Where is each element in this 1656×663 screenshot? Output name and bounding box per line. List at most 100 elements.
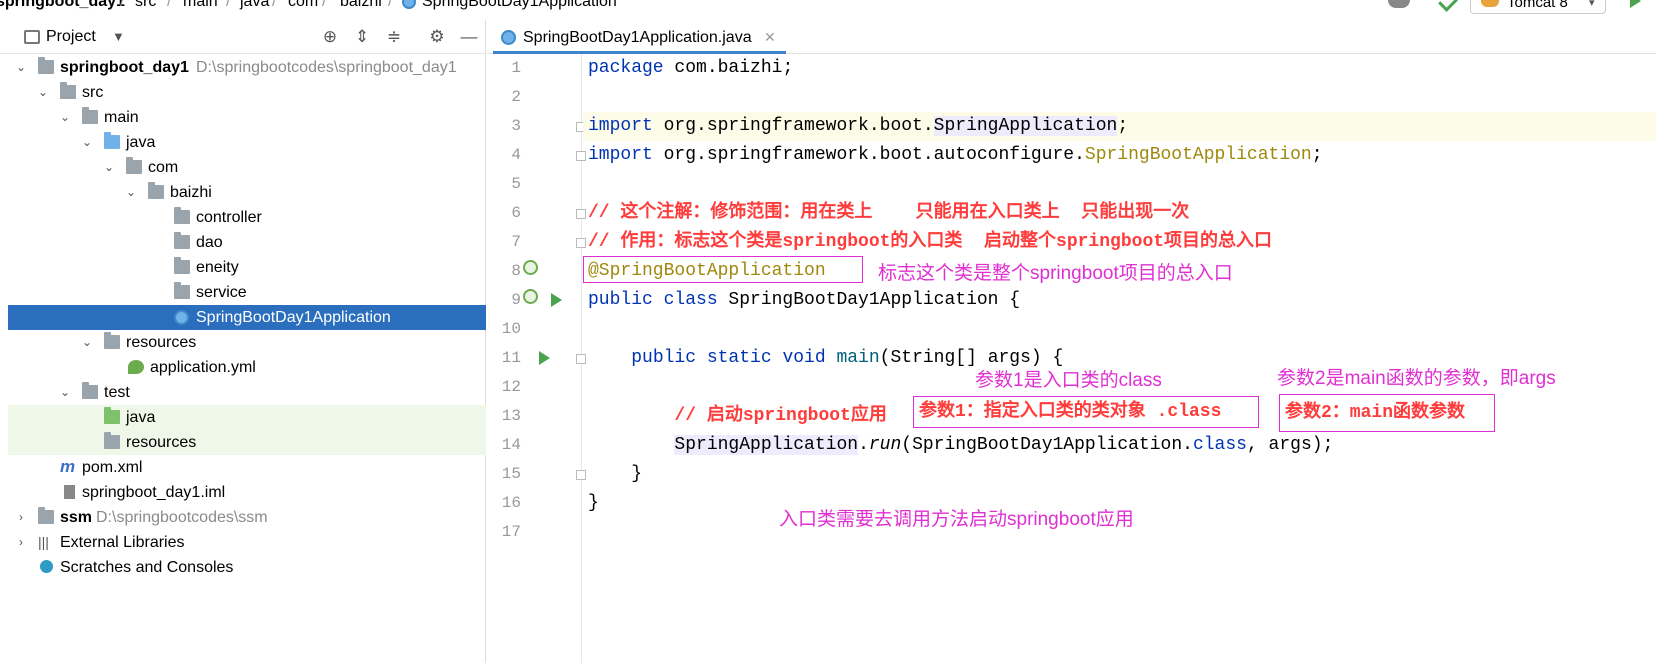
chevron-right-icon[interactable]: › [14,530,28,555]
tree-item-springbootday1application[interactable]: SpringBootDay1Application [8,305,486,330]
tree-item-label: application.yml [150,359,256,376]
tree-item-label: resources [126,434,197,451]
tree-item-test-java[interactable]: java [8,405,486,430]
comment: // 作用：标志这个类是springboot的入口类 启动整个springboo… [588,232,1273,252]
tree-item-test[interactable]: ⌄ test [8,380,486,405]
breadcrumb-item[interactable]: SpringBootDay1Application [422,0,617,12]
tree-item-pom-xml[interactable]: m pom.xml [8,455,486,480]
class-ref: SpringApplication [933,116,1118,136]
breadcrumb-item[interactable]: main [183,0,218,12]
breadcrumb-item[interactable]: src [135,0,156,12]
tree-item-path: D:\springbootcodes\springboot_day1 [196,59,457,76]
folder-icon [82,382,98,399]
yml-file-icon [128,360,144,374]
chevron-down-icon[interactable]: ⌄ [102,155,116,180]
maven-icon: m [60,457,76,476]
project-panel-title[interactable]: Project [46,28,96,46]
tree-item-scratches[interactable]: Scratches and Consoles [8,555,486,580]
keyword: class [1192,435,1247,455]
tree-item-com[interactable]: ⌄ com [8,155,486,180]
tree-item-springboot-day1[interactable]: ⌄ springboot_day1 D:\springbootcodes\spr… [8,55,486,80]
chevron-down-icon[interactable]: ⌄ [80,130,94,155]
tree-item-controller[interactable]: controller [8,205,486,230]
keyword: public class [588,290,718,310]
tree-item-label: pom.xml [82,459,143,476]
code-area[interactable]: package com.baizhi; import org.springfra… [583,54,1656,663]
code-line: } [583,460,1656,489]
tree-item-main[interactable]: ⌄ main [8,105,486,130]
chevron-down-icon[interactable]: ⌄ [36,80,50,105]
tree-item-baizhi[interactable]: ⌄ baizhi [8,180,486,205]
chevron-down-icon[interactable]: ⌄ [58,380,72,405]
breadcrumb-separator: / [120,0,125,10]
line-number: 1 [511,59,521,77]
chevron-right-icon[interactable]: › [14,505,28,530]
tree-item-label: main [104,109,139,126]
tree-item-test-resources[interactable]: resources [8,430,486,455]
tree-item-label: test [104,384,130,401]
tree-item-external-libraries[interactable]: › ||| External Libraries [8,530,486,555]
spring-class-icon [501,30,516,45]
line-number: 12 [501,378,521,396]
chevron-down-icon[interactable]: ⌄ [14,55,28,80]
package-icon [126,157,142,174]
module-folder-icon [38,57,54,74]
note-param1-title: 参数1是入口类的class [975,370,1162,391]
resources-folder-icon [104,332,120,349]
tree-item-label: resources [126,334,197,351]
keyword: import [588,145,653,165]
tree-item-label: com [148,159,179,176]
run-icon[interactable] [1630,0,1641,8]
annotation-box-param1: 参数1：指定入口类的类对象 .class [913,396,1259,428]
tree-item-resources[interactable]: ⌄ resources [8,330,486,355]
gear-icon[interactable]: ⚙ [427,27,447,47]
tree-item-iml[interactable]: springboot_day1.iml [8,480,486,505]
tree-item-src[interactable]: ⌄ src [8,80,486,105]
project-panel-header: Project ▼ ⊕ ⇕ ≑ ⚙ — [0,20,486,54]
spring-bean-icon[interactable] [523,260,538,275]
method-name: main [825,348,880,368]
run-config-selector[interactable]: Tomcat 8 ▾ [1470,0,1606,14]
package-icon [174,207,190,224]
run-gutter-icon[interactable] [551,293,562,307]
code-line: import org.springframework.boot.SpringAp… [583,112,1656,141]
breadcrumb-separator: / [272,0,277,10]
tree-item-java[interactable]: ⌄ java [8,130,486,155]
tree-item-label: java [126,409,156,426]
tree-item-ssm[interactable]: › ssm D:\springbootcodes\ssm [8,505,486,530]
package-icon [174,232,190,249]
editor-tab-bar: SpringBootDay1Application.java ✕ [487,20,1656,54]
breadcrumb-item[interactable]: java [240,0,269,12]
chevron-down-icon[interactable]: ⌄ [124,180,138,205]
tree-item-application-yml[interactable]: application.yml [8,355,486,380]
code-text: } [588,464,643,484]
line-number: 15 [501,465,521,483]
tree-item-service[interactable]: service [8,280,486,305]
minimize-icon[interactable]: — [459,27,479,47]
chevron-down-icon[interactable]: ⌄ [58,105,72,130]
chevron-down-icon[interactable]: ⌄ [80,330,94,355]
collapse-all-icon[interactable]: ≑ [384,27,404,47]
run-gutter-icon[interactable] [539,351,550,365]
tree-item-dao[interactable]: dao [8,230,486,255]
line-number: 16 [501,494,521,512]
tree-item-label: java [126,134,156,151]
expand-all-icon[interactable]: ⇕ [352,27,372,47]
line-number: 14 [501,436,521,454]
tree-item-label: dao [196,234,223,251]
breadcrumb-item[interactable]: baizhi [340,0,382,12]
code-line: // 作用：标志这个类是springboot的入口类 启动整个springboo… [583,228,1656,257]
spring-bean-icon[interactable] [523,289,538,304]
close-icon[interactable]: ✕ [764,29,776,45]
keyword: package [588,58,664,78]
breadcrumb-item[interactable]: springboot_day1 [0,0,125,12]
chevron-down-icon[interactable]: ▼ [112,29,125,44]
tree-item-label: SpringBootDay1Application [196,309,391,326]
editor-tab[interactable]: SpringBootDay1Application.java ✕ [493,20,786,54]
chevron-down-icon: ▾ [1589,0,1595,9]
tree-item-eneity[interactable]: eneity [8,255,486,280]
breadcrumb-item[interactable]: com [288,0,318,12]
locate-icon[interactable]: ⊕ [320,27,340,47]
code-line: // 这个注解：修饰范围：用在类上 只能用在入口类上 只能出现一次 [583,199,1656,228]
tree-item-label: src [82,84,104,101]
